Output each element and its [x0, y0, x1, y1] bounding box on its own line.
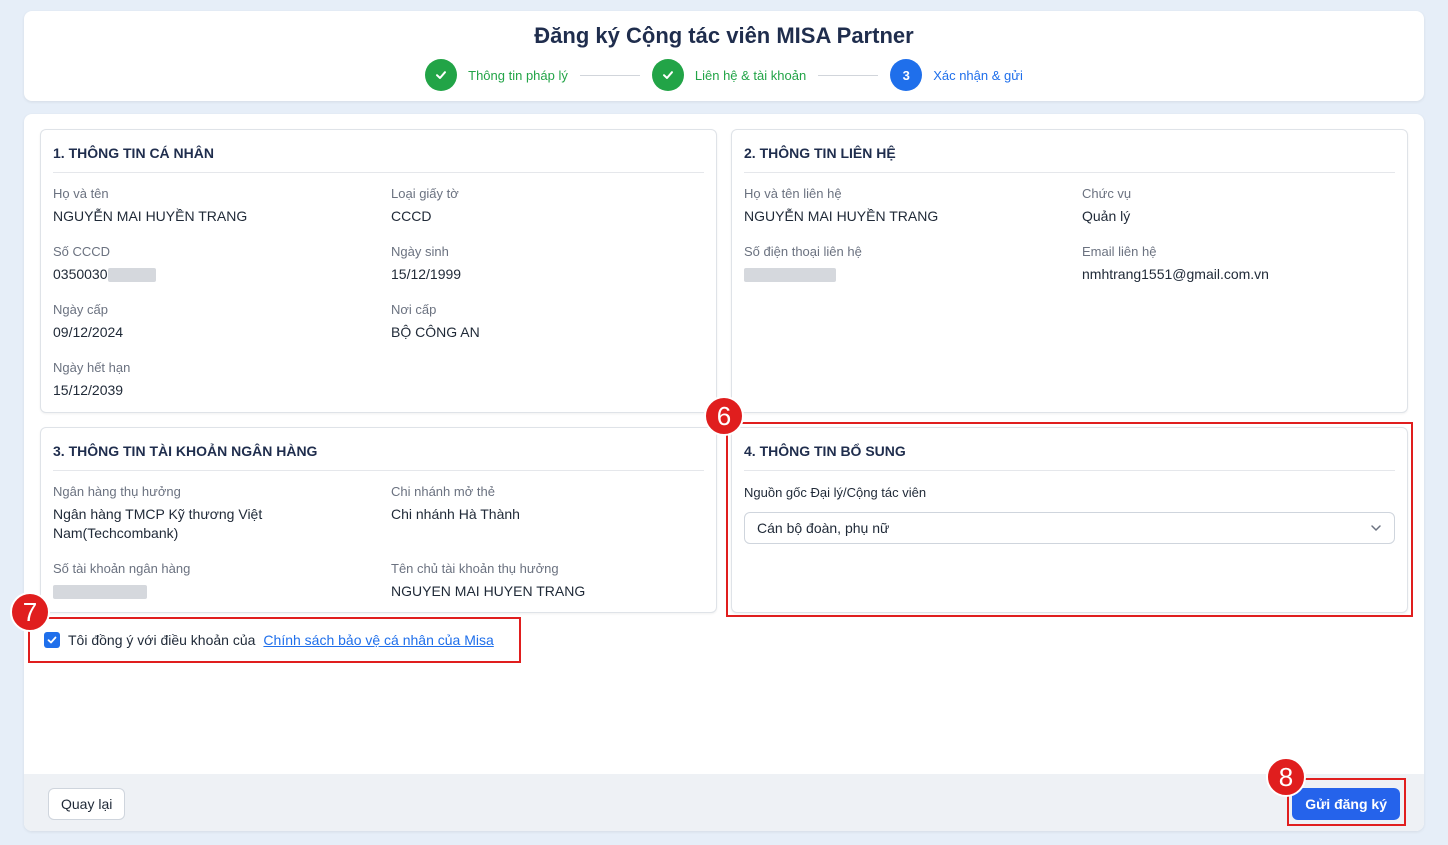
section-title: 1. THÔNG TIN CÁ NHÂN — [53, 145, 704, 173]
step-label: Xác nhận & gửi — [933, 67, 1023, 83]
step-connector — [579, 74, 640, 76]
field-full-name: Họ và tên NGUYỄN MAI HUYỀN TRANG — [53, 186, 248, 224]
annotation-badge-8: 8 — [1266, 757, 1306, 797]
agreement-text: Tôi đồng ý với điều khoản của — [68, 632, 256, 648]
field-issue-date: Ngày cấp 09/12/2024 — [53, 302, 124, 340]
source-select-value: Cán bộ đoàn, phụ nữ — [757, 520, 890, 536]
agreement-row: Tôi đồng ý với điều khoản của Chính sách… — [44, 632, 494, 648]
source-select[interactable]: Cán bộ đoàn, phụ nữ — [744, 512, 1395, 544]
redacted-block — [744, 268, 836, 283]
step-legal-info[interactable]: Thông tin pháp lý — [425, 59, 568, 91]
id-number-value: 0350030 — [53, 266, 108, 282]
section-title: 4. THÔNG TIN BỔ SUNG — [744, 443, 1395, 471]
bank-info-section: 3. THÔNG TIN TÀI KHOẢN NGÂN HÀNG Ngân hà… — [40, 427, 717, 613]
page-title: Đăng ký Cộng tác viên MISA Partner — [534, 23, 914, 48]
field-phone: Số điện thoại liên hệ — [744, 244, 1044, 284]
check-icon — [425, 59, 458, 91]
submit-button[interactable]: Gửi đăng ký — [1292, 788, 1400, 820]
step-contact-account[interactable]: Liên hệ & tài khoản — [651, 59, 807, 91]
section-title: 3. THÔNG TIN TÀI KHOẢN NGÂN HÀNG — [53, 443, 704, 471]
step-label: Thông tin pháp lý — [468, 67, 568, 83]
header-card: Đăng ký Cộng tác viên MISA Partner Thông… — [24, 11, 1424, 101]
check-icon — [47, 636, 57, 644]
contact-info-section: 2. THÔNG TIN LIÊN HỆ Họ và tên liên hệ N… — [731, 129, 1408, 413]
field-expiry: Ngày hết hạn 15/12/2039 — [53, 360, 131, 398]
agree-checkbox[interactable] — [44, 632, 60, 648]
redacted-block — [53, 585, 147, 600]
field-dob: Ngày sinh 15/12/1999 — [391, 244, 462, 282]
step-number: 3 — [890, 59, 923, 91]
field-bank: Ngân hàng thụ hưởng Ngân hàng TMCP Kỹ th… — [53, 484, 263, 541]
chevron-down-icon — [1371, 525, 1381, 532]
back-button[interactable]: Quay lại — [48, 788, 126, 820]
footer-bar: Quay lại Gửi đăng ký — [24, 774, 1424, 831]
annotation-badge-6: 6 — [704, 396, 744, 436]
redacted-block — [107, 268, 156, 283]
field-account-holder: Tên chủ tài khoản thụ hưởng NGUYEN MAI H… — [391, 561, 586, 599]
step-confirm-submit[interactable]: 3 Xác nhận & gửi — [890, 59, 1023, 91]
field-issue-place: Nơi cấp BỘ CÔNG AN — [391, 302, 480, 340]
field-source: Nguồn gốc Đại lý/Cộng tác viên — [744, 485, 927, 500]
personal-info-section: 1. THÔNG TIN CÁ NHÂN Họ và tên NGUYỄN MA… — [40, 129, 717, 413]
field-contact-name: Họ và tên liên hệ NGUYỄN MAI HUYỀN TRANG — [744, 186, 939, 224]
field-doc-type: Loại giấy tờ CCCD — [391, 186, 459, 224]
step-label: Liên hệ & tài khoản — [694, 67, 807, 83]
stepper: Thông tin pháp lý Liên hệ & tài khoản 3 … — [24, 59, 1424, 91]
additional-info-section: 4. THÔNG TIN BỔ SUNG Nguồn gốc Đại lý/Cộ… — [731, 427, 1408, 613]
check-icon — [651, 59, 684, 91]
section-title: 2. THÔNG TIN LIÊN HỆ — [744, 145, 1395, 173]
field-account-number: Số tài khoản ngân hàng — [53, 561, 353, 601]
field-branch: Chi nhánh mở thẻ Chi nhánh Hà Thành — [391, 484, 520, 522]
field-role: Chức vụ Quản lý — [1082, 186, 1132, 224]
annotation-badge-7: 7 — [10, 592, 50, 632]
privacy-policy-link[interactable]: Chính sách bảo vệ cá nhân của Misa — [263, 632, 493, 648]
field-email: Email liên hệ nmhtrang1551@gmail.com.vn — [1082, 244, 1269, 282]
step-connector — [818, 74, 879, 76]
main-card: 1. THÔNG TIN CÁ NHÂN Họ và tên NGUYỄN MA… — [24, 114, 1424, 831]
field-id-number: Số CCCD 0350030 — [53, 244, 353, 284]
